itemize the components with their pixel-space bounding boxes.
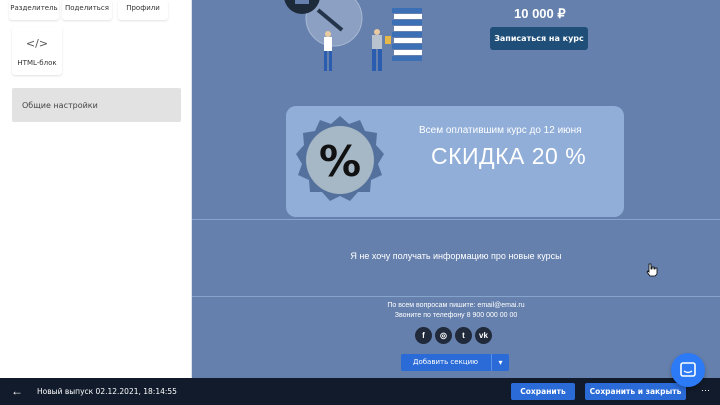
twitter-icon[interactable]: t [455,327,472,344]
facebook-icon[interactable]: f [415,327,432,344]
block-profiles-label: Профили [126,4,160,12]
enroll-button[interactable]: Записаться на курс [490,27,588,50]
percent-badge-icon: % [296,116,384,201]
blocks-sidebar: Разделитель Поделиться Профили </> HTML-… [0,0,192,378]
chevron-down-icon[interactable]: ▾ [491,354,509,371]
books-illustration [284,0,422,71]
back-arrow-icon[interactable]: ← [11,384,23,398]
block-divider-label: Разделитель [10,4,58,12]
editor-bottom-bar: ← Новый выпуск 02.12.2021, 18:14:55 Сохр… [0,378,720,405]
discount-subtitle: Всем оплатившим курс до 12 июня [419,125,582,136]
block-html[interactable]: </> HTML-блок [12,27,62,75]
instagram-icon[interactable]: ◎ [435,327,452,344]
block-share-label: Поделиться [65,4,109,12]
vk-icon[interactable]: vk [475,327,492,344]
block-share[interactable]: Поделиться [62,0,112,20]
email-canvas: 10 000 ₽ Записаться на курс % Всем оплат… [192,0,720,378]
general-settings[interactable]: Общие настройки [12,88,181,122]
svg-text:%: % [319,137,361,186]
course-price: 10 000 ₽ [514,6,566,21]
chat-icon [680,362,696,377]
hand-cursor-icon [646,263,658,277]
issue-name: Новый выпуск 02.12.2021, 18:14:55 [37,387,177,396]
block-profiles[interactable]: Профили [118,0,168,20]
code-icon: </> [25,37,49,50]
block-html-label: HTML-блок [17,59,57,67]
block-divider[interactable]: Разделитель [9,0,59,20]
social-links: f ◎ t vk [415,327,492,344]
footer-phone: Звоните по телефону 8 900 000 00 00 [394,312,518,319]
footer-email: По всем вопросам пишите: email@emai.ru [387,302,525,309]
add-section-button[interactable]: Добавить секцию ▾ [401,354,509,371]
unsubscribe-link[interactable]: Я не хочу получать информацию про новые … [192,251,720,261]
selected-section[interactable]: Я не хочу получать информацию про новые … [192,219,720,297]
support-chat-button[interactable] [671,353,705,387]
save-button[interactable]: Сохранить [511,383,575,400]
add-section-label: Добавить секцию [412,358,479,366]
discount-banner: % Всем оплатившим курс до 12 июня СКИДКА… [286,106,624,217]
discount-title: СКИДКА 20 % [431,143,587,169]
